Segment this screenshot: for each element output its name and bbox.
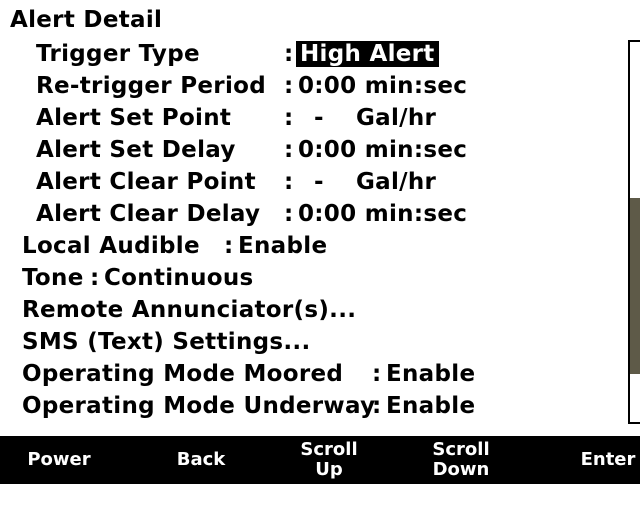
- menu-item-label: Local Audible: [22, 233, 200, 259]
- menu-item-value: Enable: [386, 361, 476, 387]
- setting-retrigger-period[interactable]: Re-trigger Period : 0:00 min:sec: [36, 70, 467, 102]
- softkey-bar: Power Back Scroll Up Scroll Down Enter: [0, 436, 640, 484]
- menu-item-value: Enable: [386, 393, 476, 419]
- menu-item-tone[interactable]: Tone : Continuous: [22, 262, 253, 294]
- menu-item-sms-settings[interactable]: SMS (Text) Settings...: [22, 326, 310, 358]
- softkey-label: Scroll: [432, 439, 490, 460]
- enter-button[interactable]: Enter: [576, 436, 640, 484]
- softkey-label: Up: [315, 459, 343, 480]
- page-title: Alert Detail: [10, 7, 163, 33]
- menu-item-label: Operating Mode Underway: [22, 393, 376, 419]
- setting-value: -: [314, 169, 324, 195]
- scroll-down-button[interactable]: Scroll Down: [416, 436, 506, 484]
- colon-separator: :: [284, 73, 294, 99]
- menu-item-operating-mode-moored[interactable]: Operating Mode Moored : Enable: [22, 358, 475, 390]
- setting-value: -: [314, 105, 324, 131]
- setting-unit: Gal/hr: [356, 105, 437, 131]
- softkey-label: Down: [432, 459, 490, 480]
- setting-label: Alert Set Point: [36, 105, 232, 131]
- softkey-label: Power: [27, 449, 91, 470]
- colon-separator: :: [284, 169, 294, 195]
- menu-item-label: Operating Mode Moored: [22, 361, 344, 387]
- setting-value: 0:00 min:sec: [298, 137, 468, 163]
- setting-label: Alert Set Delay: [36, 137, 236, 163]
- back-button[interactable]: Back: [156, 436, 246, 484]
- scrollbar[interactable]: [628, 40, 640, 424]
- scroll-up-button[interactable]: Scroll Up: [284, 436, 374, 484]
- menu-item-operating-mode-underway[interactable]: Operating Mode Underway : Enable: [22, 390, 475, 422]
- menu-item-label: Tone: [22, 265, 84, 291]
- setting-alert-set-delay[interactable]: Alert Set Delay : 0:00 min:sec: [36, 134, 467, 166]
- colon-separator: :: [284, 137, 294, 163]
- scrollbar-thumb[interactable]: [630, 198, 640, 374]
- setting-value: 0:00 min:sec: [298, 73, 468, 99]
- colon-separator: :: [372, 393, 382, 419]
- setting-alert-set-point[interactable]: Alert Set Point : - Gal/hr: [36, 102, 436, 134]
- setting-label: Trigger Type: [36, 41, 200, 67]
- setting-label: Re-trigger Period: [36, 73, 267, 99]
- colon-separator: :: [224, 233, 234, 259]
- softkey-label: Enter: [580, 449, 636, 470]
- menu-item-value: Continuous: [104, 265, 254, 291]
- softkey-label: Scroll: [300, 439, 358, 460]
- colon-separator: :: [284, 105, 294, 131]
- colon-separator: :: [284, 201, 294, 227]
- setting-unit: Gal/hr: [356, 169, 437, 195]
- setting-trigger-type[interactable]: Trigger Type : High Alert: [36, 38, 439, 70]
- softkey-label: Back: [176, 449, 226, 470]
- setting-label: Alert Clear Point: [36, 169, 256, 195]
- colon-separator: :: [284, 41, 294, 67]
- colon-separator: :: [90, 265, 100, 291]
- menu-item-value: Enable: [238, 233, 328, 259]
- menu-item-remote-annunciators[interactable]: Remote Annunciator(s)...: [22, 294, 356, 326]
- menu-item-label: Remote Annunciator(s)...: [22, 297, 357, 323]
- setting-value: 0:00 min:sec: [298, 201, 468, 227]
- colon-separator: :: [372, 361, 382, 387]
- setting-alert-clear-point[interactable]: Alert Clear Point : - Gal/hr: [36, 166, 436, 198]
- menu-item-local-audible[interactable]: Local Audible : Enable: [22, 230, 327, 262]
- menu-item-label: SMS (Text) Settings...: [22, 329, 311, 355]
- power-button[interactable]: Power: [14, 436, 104, 484]
- trigger-type-value: High Alert: [296, 41, 439, 67]
- setting-label: Alert Clear Delay: [36, 201, 261, 227]
- setting-alert-clear-delay[interactable]: Alert Clear Delay : 0:00 min:sec: [36, 198, 467, 230]
